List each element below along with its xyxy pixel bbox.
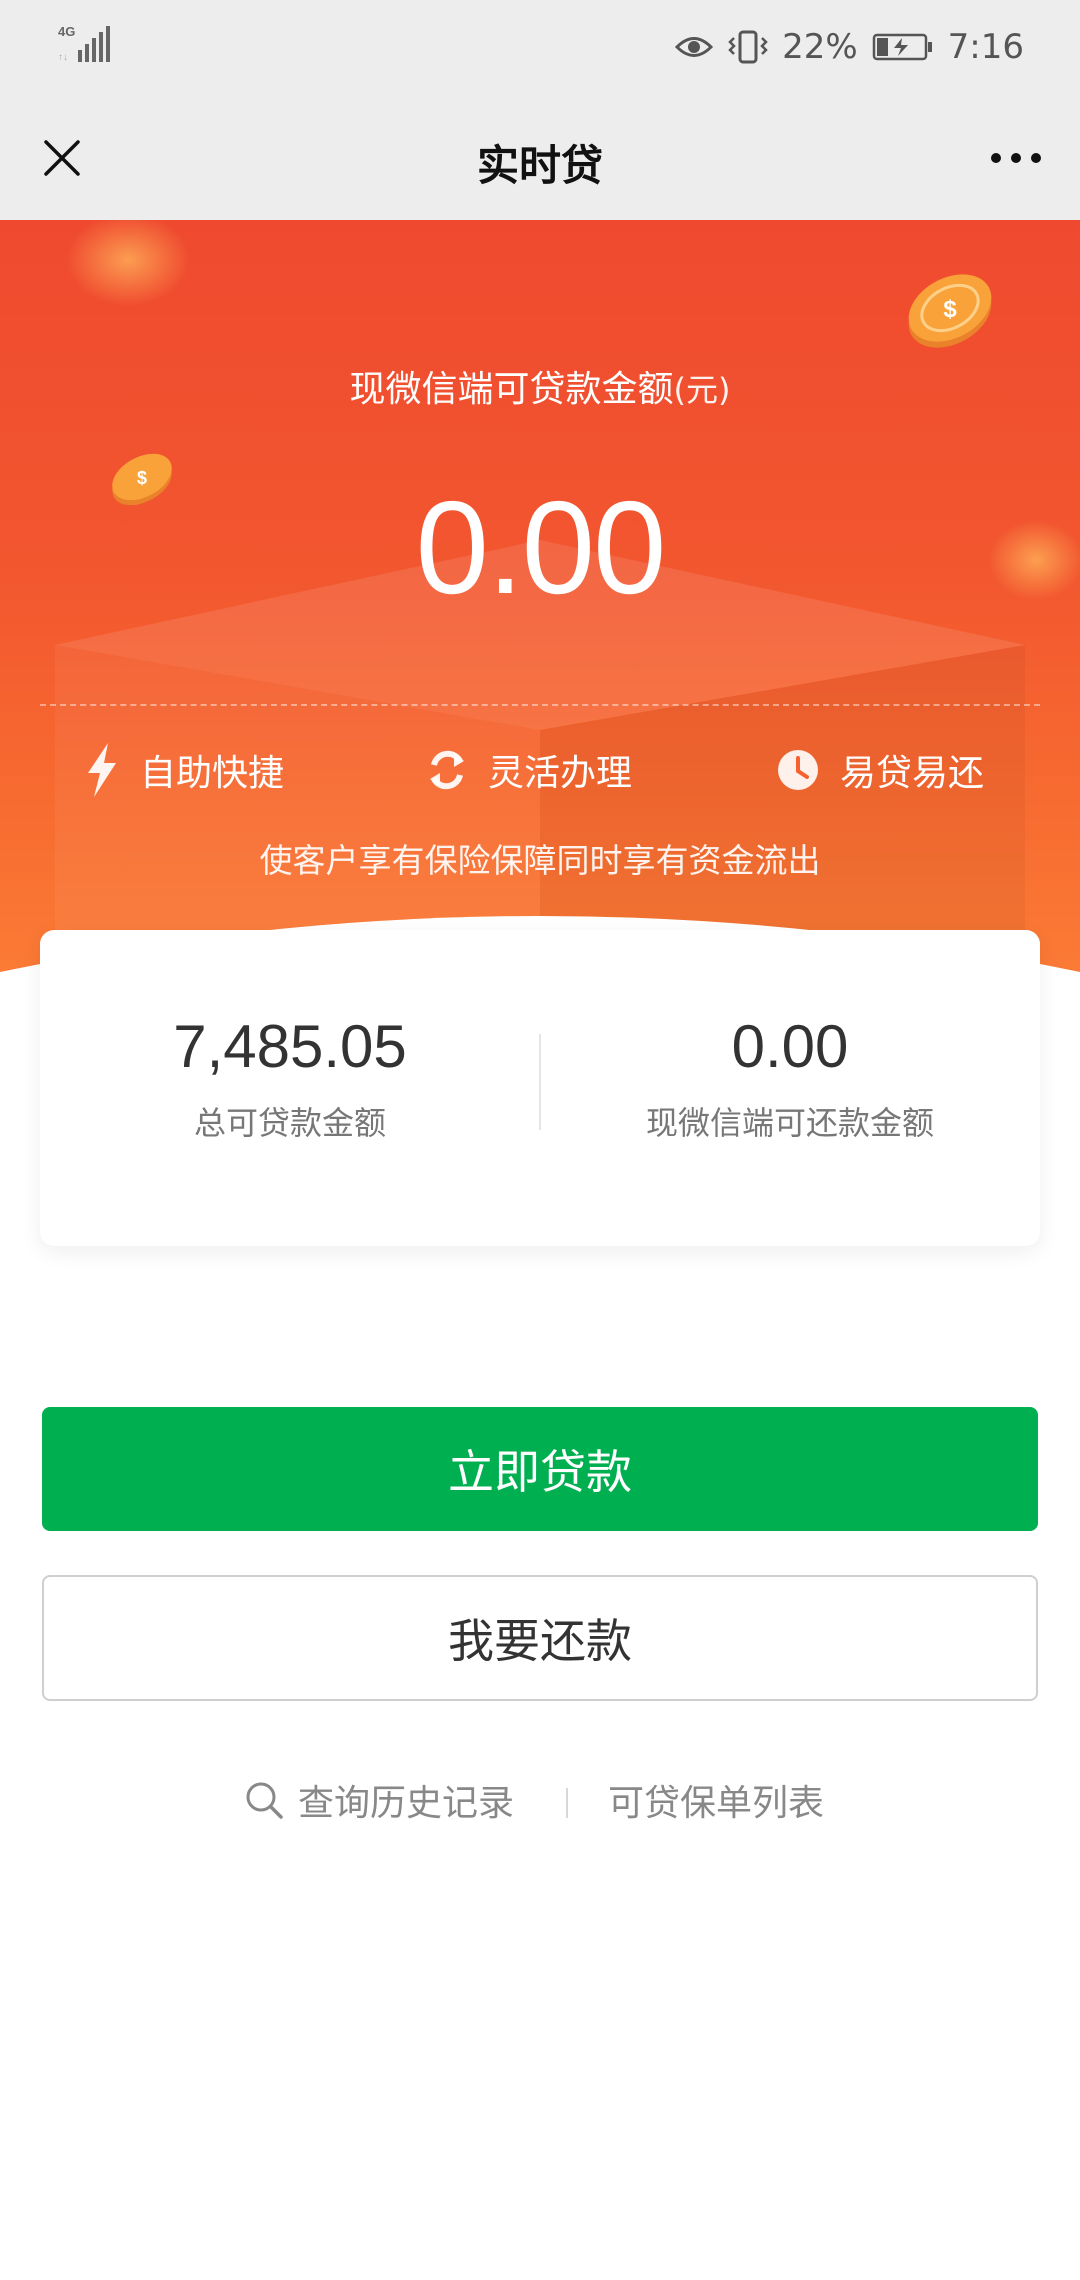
vibrate-icon (728, 30, 768, 64)
total-loanable-stat: 7,485.05 总可贷款金额 (40, 1014, 540, 1144)
feature-item: 灵活办理 (426, 730, 632, 810)
refresh-icon (430, 750, 464, 790)
repayable-label: 现微信端可还款金额 (645, 1104, 934, 1142)
eye-icon (674, 32, 714, 62)
loanable-amount-label-text: 现微信端可贷款金额 (349, 369, 674, 410)
search-icon (246, 1782, 283, 1819)
hero-divider (40, 704, 1040, 706)
clock-icon (778, 750, 818, 790)
signal-icon: 4G ↑↓ (58, 24, 118, 64)
svg-text:↑↓: ↑↓ (58, 52, 68, 63)
total-loanable-value: 7,485.05 (173, 1013, 407, 1080)
feature-label: 自助快捷 (140, 753, 285, 794)
feature-item: 自助快捷 (84, 730, 284, 810)
lightning-icon (88, 743, 116, 797)
hero-banner: $ $ 现微信端可贷款金额(元) 0.00 自助快捷 灵活办理 易贷易还 使客户… (0, 220, 1080, 980)
network-label: 4G (58, 24, 75, 39)
query-history-label: 查询历史记录 (298, 1783, 515, 1824)
feature-label: 易贷易还 (840, 753, 985, 794)
status-bar: 4G ↑↓ 22% 7:16 (0, 0, 1080, 96)
more-icon (991, 153, 1041, 163)
hero-description: 使客户享有保险保障同时享有资金流出 (259, 841, 821, 880)
status-right: 22% 7:16 (674, 22, 1024, 72)
repayable-stat: 0.00 现微信端可还款金额 (540, 1014, 1040, 1144)
feature-list: 自助快捷 灵活办理 易贷易还 (0, 730, 1080, 810)
loanable-policies-link[interactable]: 可贷保单列表 (608, 1770, 824, 1830)
coin-icon: $ (908, 274, 992, 348)
currency-unit: (元) (673, 371, 731, 409)
more-button[interactable] (980, 126, 1052, 190)
loanable-amount-label: 现微信端可贷款金额(元) (0, 360, 1080, 412)
battery-charging-icon (872, 32, 934, 62)
svg-text:$: $ (943, 296, 957, 323)
loanable-amount: 0.00 (415, 474, 667, 621)
summary-card: 7,485.05 总可贷款金额 0.00 现微信端可还款金额 (40, 930, 1040, 1246)
repay-button[interactable]: 我要还款 (42, 1575, 1038, 1701)
bottom-links: 查询历史记录 可贷保单列表 (0, 1770, 1080, 1830)
feature-label: 灵活办理 (488, 753, 633, 794)
total-loanable-label: 总可贷款金额 (193, 1104, 386, 1142)
feature-item: 易贷易还 (776, 730, 984, 810)
link-separator (566, 1788, 568, 1818)
repayable-value: 0.00 (731, 1013, 849, 1080)
query-history-link[interactable]: 查询历史记录 (244, 1770, 514, 1830)
title-bar: 实时贷 (0, 96, 1080, 220)
borrow-now-button[interactable]: 立即贷款 (42, 1407, 1038, 1531)
clock-time: 7:16 (947, 27, 1024, 67)
battery-percent: 22% (782, 27, 858, 67)
page-title: 实时贷 (476, 141, 603, 190)
